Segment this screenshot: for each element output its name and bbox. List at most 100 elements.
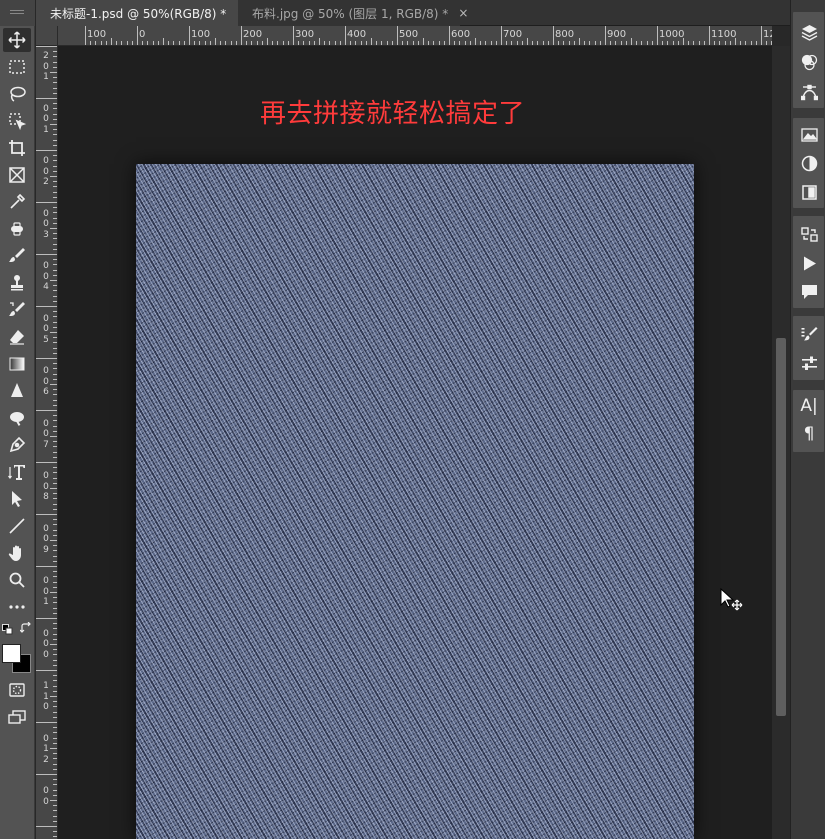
ruler-label: 0 <box>43 796 49 807</box>
marquee-tool[interactable] <box>3 55 31 79</box>
swap-colors-icon[interactable] <box>20 622 33 635</box>
ruler-minor-tick <box>459 41 461 45</box>
ruler-tick <box>53 737 57 739</box>
ruler-minor-tick <box>215 38 216 45</box>
history-brush-tool[interactable] <box>3 298 31 322</box>
quick-mask-button[interactable] <box>3 678 31 702</box>
eraser-tool[interactable] <box>3 325 31 349</box>
ruler-tick <box>50 592 57 593</box>
frame-tool[interactable] <box>3 163 31 187</box>
ruler-tick <box>53 607 57 609</box>
ruler-tick <box>50 696 57 697</box>
ruler-label: 900 <box>607 29 627 40</box>
brush-settings-panel-button[interactable] <box>796 322 822 346</box>
crop-tool[interactable] <box>3 136 31 160</box>
ruler-minor-tick <box>714 41 716 45</box>
ruler-label: 0 <box>43 366 49 376</box>
object-select-tool[interactable] <box>3 109 31 133</box>
properties-panel-button[interactable] <box>796 180 822 204</box>
gradient-tool[interactable] <box>3 352 31 376</box>
move-tool[interactable] <box>3 28 31 52</box>
crop-icon <box>9 140 25 156</box>
paragraph-panel-button[interactable]: ¶ <box>796 422 822 446</box>
character-panel-button[interactable]: A| <box>796 394 822 418</box>
comments-panel-button[interactable] <box>796 279 822 303</box>
dodge-tool[interactable] <box>3 406 31 430</box>
brush-tool[interactable] <box>3 244 31 268</box>
ruler-label: 0 <box>43 733 49 744</box>
adjustments-panel-button[interactable] <box>796 151 822 175</box>
paths-panel-button[interactable] <box>796 80 822 104</box>
close-icon[interactable]: × <box>458 6 468 20</box>
lasso-tool[interactable] <box>3 82 31 106</box>
ruler-minor-tick <box>428 41 430 45</box>
history-panel-button[interactable] <box>796 222 822 246</box>
ruler-label: 1 <box>43 681 49 691</box>
ruler-minor-tick <box>631 38 632 45</box>
vertical-scrollbar[interactable] <box>772 46 790 839</box>
ruler-minor-tick <box>267 38 268 45</box>
path-select-tool[interactable] <box>3 487 31 511</box>
hand-tool[interactable] <box>3 541 31 565</box>
ruler-minor-tick <box>672 41 674 45</box>
ruler-minor-tick <box>423 38 424 45</box>
ruler-tick <box>50 748 57 749</box>
type-tool[interactable] <box>3 460 31 484</box>
canvas-workspace[interactable]: 再去拼接就轻松搞定了 <box>58 46 772 839</box>
tool-presets-panel-button[interactable] <box>796 351 822 375</box>
ruler-minor-tick <box>381 41 383 45</box>
healing-brush-tool[interactable] <box>3 217 31 241</box>
ruler-tick <box>53 264 57 266</box>
ruler-minor-tick <box>209 41 211 45</box>
blur-icon <box>11 383 23 397</box>
horizontal-ruler[interactable]: 100 0 100 200 300 400 500 600 700 800 900 1000 1100 1… <box>58 26 772 46</box>
tab-label: 未标题-1.psd @ 50%(RGB/8) * <box>50 6 227 21</box>
foreground-color-swatch[interactable] <box>2 644 21 663</box>
denim-fabric-layer[interactable] <box>136 164 694 839</box>
ruler-tick <box>36 670 57 671</box>
pen-tool[interactable] <box>3 433 31 457</box>
ruler-tick <box>53 831 57 833</box>
vertical-ruler[interactable]: 2010010020030040050060070080090010001100… <box>36 46 58 839</box>
ruler-minor-tick <box>131 41 133 45</box>
blur-tool[interactable] <box>3 379 31 403</box>
default-colors-icon[interactable] <box>2 624 13 635</box>
ruler-label: 0 <box>43 166 49 177</box>
tab-untitled-psd[interactable]: 未标题-1.psd @ 50%(RGB/8) * × <box>36 0 246 26</box>
more-tools[interactable] <box>3 595 31 619</box>
ruler-tick <box>53 87 57 89</box>
ruler-tick <box>53 108 57 110</box>
ruler-minor-tick <box>532 41 534 45</box>
ruler-major-tick <box>501 26 502 45</box>
ruler-tick <box>53 51 57 53</box>
eyedropper-tool[interactable] <box>3 190 31 214</box>
ruler-corner[interactable] <box>36 26 58 46</box>
ruler-minor-tick <box>277 41 279 45</box>
ruler-tick <box>53 498 57 500</box>
clone-stamp-tool[interactable] <box>3 271 31 295</box>
actions-panel-button[interactable] <box>796 251 822 275</box>
ruler-tick <box>53 144 57 146</box>
ruler-minor-tick <box>485 41 487 45</box>
tab-fabric-jpg[interactable]: 布料.jpg @ 50% (图层 1, RGB/8) * × <box>238 0 468 26</box>
panel-group-type: A| ¶ <box>793 390 824 452</box>
ruler-minor-tick <box>683 38 684 45</box>
ruler-minor-tick <box>688 41 690 45</box>
channels-panel-button[interactable] <box>796 50 822 74</box>
line-tool[interactable] <box>3 514 31 538</box>
layers-panel-button[interactable] <box>796 20 822 44</box>
lasso-icon <box>10 86 26 102</box>
ruler-minor-tick <box>464 41 466 45</box>
zoom-tool[interactable] <box>3 568 31 592</box>
ellipsis-icon <box>9 605 25 609</box>
ruler-minor-tick <box>282 41 284 45</box>
ruler-minor-tick <box>157 41 159 45</box>
ruler-label: 0 <box>43 219 49 229</box>
tools-panel-grip[interactable] <box>0 0 35 26</box>
ruler-tick <box>53 820 57 822</box>
scrollbar-thumb[interactable] <box>776 338 786 716</box>
libraries-panel-button[interactable] <box>796 122 822 146</box>
ruler-minor-tick <box>740 41 742 45</box>
ruler-label: 0 <box>139 29 146 40</box>
screen-mode-button[interactable] <box>3 705 31 729</box>
